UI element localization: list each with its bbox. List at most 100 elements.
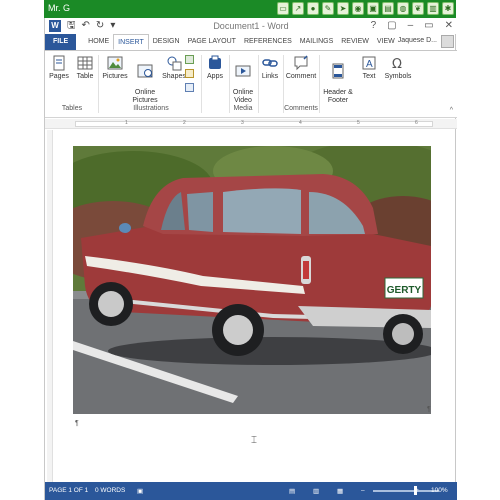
text-cursor-icon: ⌶ [251,435,257,446]
print-layout-icon[interactable]: ▥ [313,487,319,495]
pictures-label: Pictures [102,73,128,80]
table-button[interactable]: Table [73,55,97,80]
header-footer-icon [332,63,344,79]
tab-page-layout[interactable]: PAGE LAYOUT [184,34,240,50]
apps-icon [209,55,221,69]
illustration-small-buttons [185,55,197,92]
vertical-ruler[interactable] [47,130,53,485]
license-plate-text: GERTY [387,285,422,296]
svg-text:Ω: Ω [392,57,402,71]
clipboard-icon[interactable]: ▥ [427,2,439,15]
pages-icon [53,55,65,71]
chart-insert-icon[interactable] [185,69,194,78]
shapes-button[interactable]: Shapes [161,55,187,80]
smartart-icon[interactable] [185,55,194,64]
page-count[interactable]: PAGE 1 OF 1 [49,487,88,494]
screen: Mr. G ▭ ↗ ● ✎ ➤ ◉ ▣ ▤ ◍ ❦ ▥ ✱ W 🖫 ↶ ↻ ▾ … [0,0,500,500]
record-icon[interactable]: ● [307,2,319,15]
globe-icon[interactable]: ◍ [397,2,409,15]
maximize-window-icon[interactable]: ▭ [424,20,433,31]
svg-text:A: A [366,59,373,70]
zoom-slider[interactable] [373,490,439,492]
link-icon [262,59,278,67]
group-illustrations: Illustrations [133,105,169,112]
document-icon[interactable]: ▤ [382,2,394,15]
text-button[interactable]: A Text [357,55,381,80]
tab-view[interactable]: VIEW [373,34,399,50]
table-label: Table [76,73,94,80]
window-controls: ? ▢ – ▭ ✕ [371,20,453,31]
monitor-icon[interactable]: ▣ [367,2,379,15]
close-window-icon[interactable]: ✕ [445,20,453,31]
divider [98,55,99,113]
textbox-icon: A [362,56,376,70]
tab-mailings[interactable]: MAILINGS [296,34,337,50]
tab-design[interactable]: DESIGN [149,34,184,50]
shapes-icon [167,56,182,71]
online-pictures-button[interactable]: Online Pictures [129,55,161,105]
cursor-icon[interactable]: ➤ [337,2,349,15]
pen-icon[interactable]: ✎ [322,2,334,15]
word-window: W 🖫 ↶ ↻ ▾ Document1 - Word ? ▢ – ▭ ✕ FIL… [44,18,457,500]
text-label: Text [362,73,376,80]
zoom-level[interactable]: 100% [431,487,448,494]
webcam-icon[interactable]: ◉ [352,2,364,15]
group-tables: Tables [61,105,83,112]
divider [201,55,202,113]
word-count[interactable]: 0 WORDS [95,487,125,494]
group-comments: Comments [284,105,318,112]
tab-file[interactable]: FILE [45,34,77,50]
video-icon [235,65,251,77]
zoom-in-icon[interactable]: + [415,487,419,494]
picture-icon [107,56,123,70]
shapes-label: Shapes [162,73,186,80]
tab-references[interactable]: REFERENCES [240,34,296,50]
ruler-tick: 4 [299,120,302,126]
screenshot-icon[interactable] [185,83,194,92]
ruler-margin-area [75,121,433,127]
leaf-icon[interactable]: ❦ [412,2,424,15]
online-video-button[interactable]: Online Video [229,55,257,105]
avatar[interactable] [441,35,454,48]
chart-icon[interactable]: ↗ [292,2,304,15]
read-mode-icon[interactable]: ▤ [289,487,295,495]
comment-button[interactable]: Comment [284,55,318,80]
inserted-car-picture[interactable]: GERTY [73,146,431,414]
tab-home[interactable]: HOME [84,34,113,50]
apps-label: Apps [207,73,223,80]
user-name[interactable]: Jaquese D... [398,37,437,44]
document-page[interactable]: GERTY ¶ ¶ ⌶ [57,130,451,485]
help-icon[interactable]: ? [371,20,377,31]
ruler-tick: 3 [241,120,244,126]
header-footer-label: Header & Footer [323,89,353,104]
web-layout-icon[interactable]: ▦ [337,487,343,495]
zoom-out-icon[interactable]: – [361,487,365,494]
pages-button[interactable]: Pages [47,55,71,80]
group-media: Media [233,105,253,112]
horizontal-ruler[interactable]: 1 2 3 4 5 6 [45,119,457,129]
recording-title: Mr. G [48,3,70,13]
pictures-button[interactable]: Pictures [101,55,129,80]
collapse-ribbon-icon[interactable]: ^ [450,107,453,114]
comment-icon [294,55,308,71]
recording-icons: ▭ ↗ ● ✎ ➤ ◉ ▣ ▤ ◍ ❦ ▥ ✱ [277,2,454,15]
tab-review[interactable]: REVIEW [337,34,373,50]
minimize-window-icon[interactable]: – [408,20,414,31]
ruler-tick: 2 [183,120,186,126]
tab-insert[interactable]: INSERT [113,34,149,50]
minimize-icon[interactable]: ▭ [277,2,289,15]
recording-toolbar: Mr. G ▭ ↗ ● ✎ ➤ ◉ ▣ ▤ ◍ ❦ ▥ ✱ [44,0,456,18]
header-footer-button[interactable]: Header & Footer [320,55,356,105]
online-picture-icon [137,64,153,78]
symbols-button[interactable]: Ω Symbols [383,55,413,80]
links-button[interactable]: Links [259,55,281,80]
apps-button[interactable]: Apps [203,55,227,80]
proofing-icon[interactable]: ▣ [137,487,143,495]
pages-label: Pages [49,73,69,80]
omega-icon: Ω [392,57,402,71]
ribbon-display-icon[interactable]: ▢ [387,20,396,31]
comment-label: Comment [285,73,317,80]
settings-icon[interactable]: ✱ [442,2,454,15]
table-icon [77,56,93,70]
ruler-tick: 6 [415,120,418,126]
